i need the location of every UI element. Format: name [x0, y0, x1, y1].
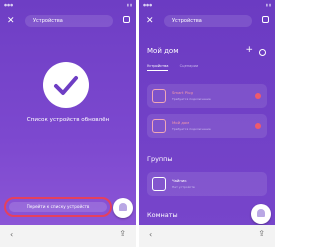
share-icon[interactable]: ⇪	[258, 229, 265, 238]
browser-navbar: ‹ ⇪	[0, 225, 136, 247]
tabs: Устройства Сценарии	[147, 64, 208, 71]
goto-devices-label: Перейти к списку устройств	[9, 202, 107, 212]
add-icon[interactable]: +	[245, 45, 253, 55]
back-arrow-icon[interactable]: ‹	[10, 230, 13, 239]
status-message: Список устройств обновлён	[26, 117, 110, 123]
device-card[interactable]: Smart Plug Требуется подключение	[147, 84, 267, 108]
assistant-icon	[119, 203, 127, 211]
status-bar: ●●● ▮ ▮	[4, 2, 132, 7]
group-status: Нет устройств	[172, 185, 195, 189]
close-icon[interactable]: ✕	[7, 16, 15, 26]
gear-icon[interactable]	[259, 49, 266, 56]
goto-devices-button[interactable]: Перейти к списку устройств	[4, 197, 112, 217]
group-card[interactable]: Чайник Нет устройств	[147, 172, 267, 196]
groups-title: Группы	[147, 155, 173, 163]
page-title: Устройства	[25, 15, 113, 27]
close-icon[interactable]: ✕	[146, 16, 154, 26]
alice-fab-button[interactable]	[113, 198, 133, 218]
tab-devices[interactable]: Устройства	[147, 64, 169, 71]
left-phone-screen: ●●● ▮ ▮ ✕ Устройства Список устройств обн…	[0, 0, 136, 247]
kettle-icon	[152, 177, 166, 191]
share-icon[interactable]: ⇪	[119, 229, 126, 238]
alice-fab-button[interactable]	[251, 204, 271, 224]
titlebar: ✕ Устройства	[139, 12, 275, 32]
right-phone-screen: ●●● ▮ ▮ ✕ Устройства Мой дом + Устройства…	[139, 0, 275, 247]
status-bar: ●●● ▮ ▮	[143, 2, 271, 7]
status-dot	[255, 93, 261, 99]
device-status: Требуется подключение	[172, 97, 211, 101]
devices-screen: ●●● ▮ ▮ ✕ Устройства Мой дом + Устройства…	[139, 0, 275, 225]
rooms-title: Комнаты	[147, 211, 178, 219]
device-name: Smart Plug	[172, 90, 193, 95]
devices-icon[interactable]	[123, 16, 130, 23]
browser-navbar: ‹ ⇪	[139, 225, 275, 247]
device-list-updated-screen: ●●● ▮ ▮ ✕ Устройства Список устройств обн…	[0, 0, 136, 225]
assistant-icon	[257, 209, 265, 217]
device-status: Требуется подключение	[172, 127, 211, 131]
tab-scenarios[interactable]: Сценарии	[180, 64, 199, 70]
home-title: Мой дом	[147, 47, 179, 55]
titlebar: ✕ Устройства	[0, 12, 136, 32]
devices-icon[interactable]	[262, 16, 269, 23]
page-title: Устройства	[164, 15, 252, 27]
back-arrow-icon[interactable]: ‹	[149, 230, 152, 239]
plug-icon	[152, 89, 166, 103]
group-name: Чайник	[172, 178, 187, 183]
status-dot	[255, 123, 261, 129]
device-card[interactable]: Мой дом Требуется подключение	[147, 114, 267, 138]
success-check-icon	[43, 62, 89, 108]
device-name: Мой дом	[172, 120, 190, 125]
home-icon	[152, 119, 166, 133]
